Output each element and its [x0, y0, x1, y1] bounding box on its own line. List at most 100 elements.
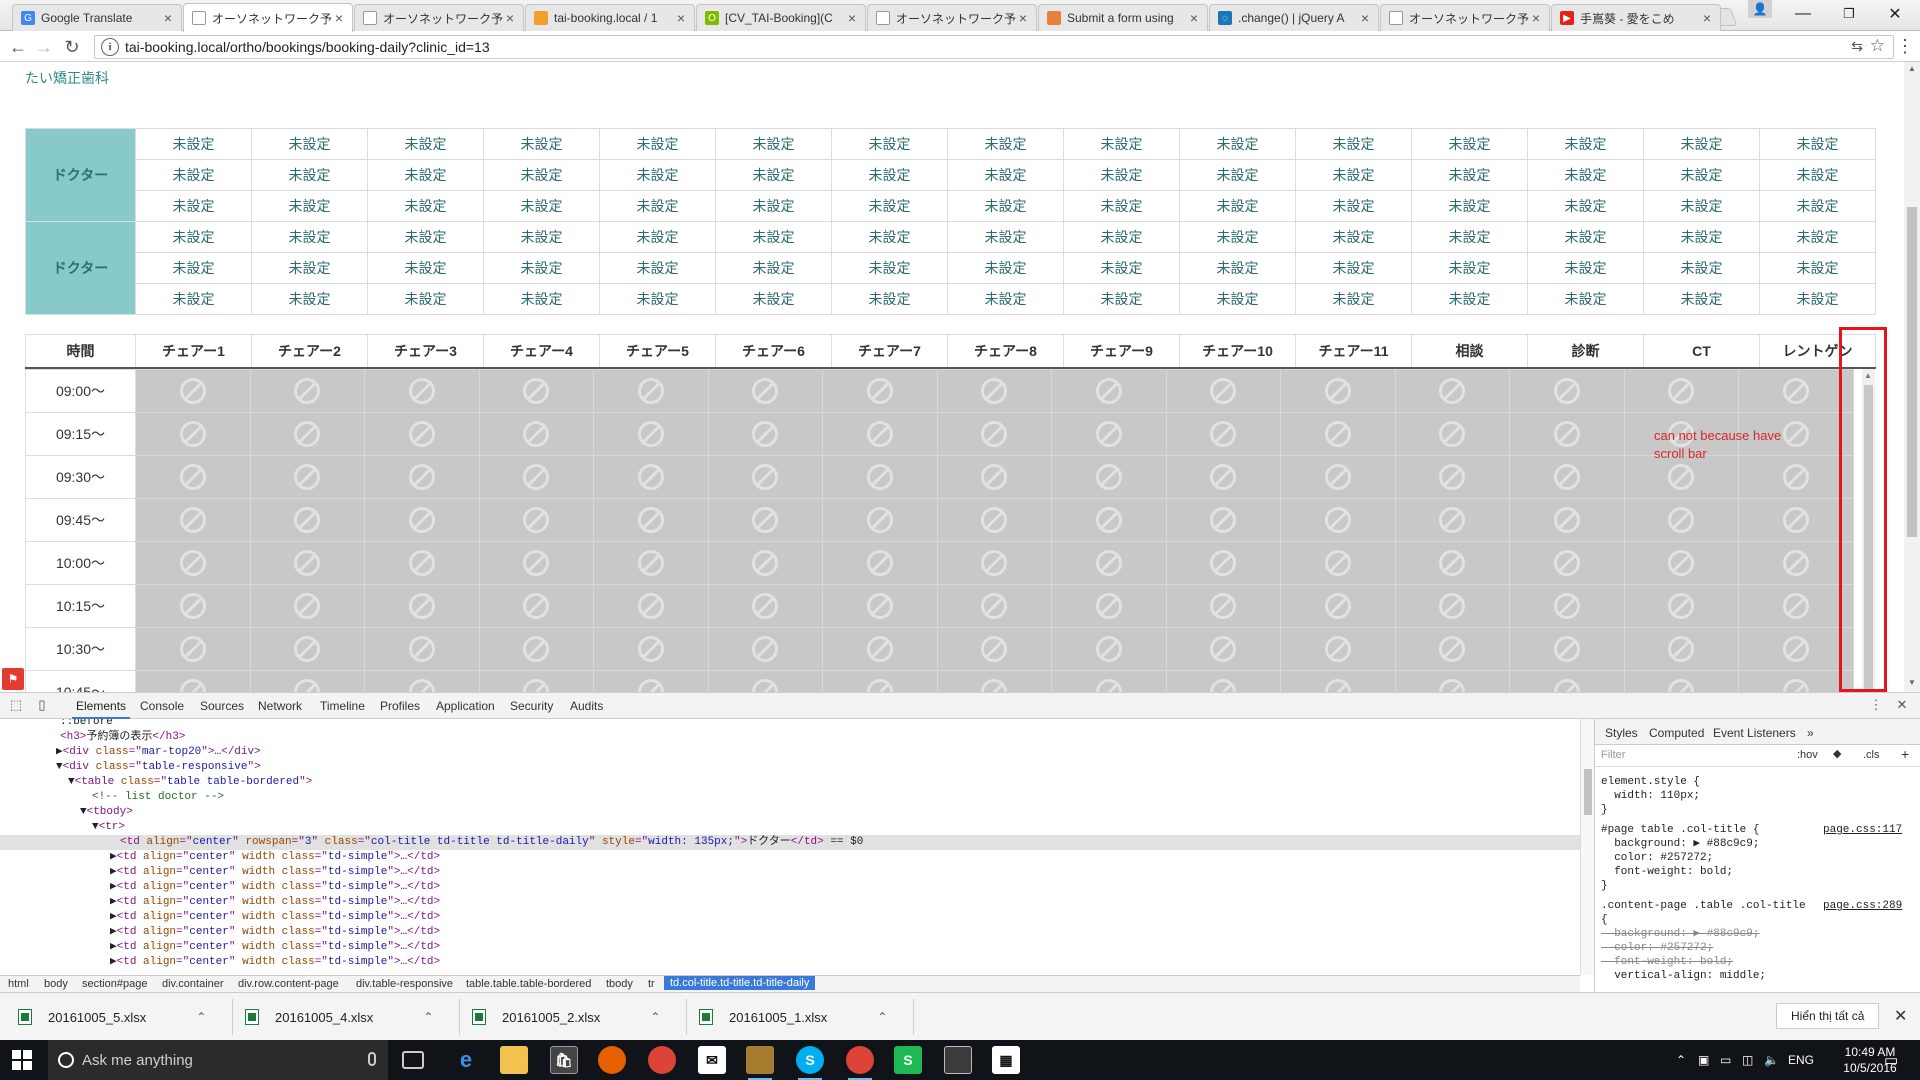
doctor-assign-cell[interactable]: 未設定 [251, 128, 368, 160]
unavailable-slot[interactable] [135, 498, 251, 542]
doctor-assign-cell[interactable]: 未設定 [1295, 283, 1412, 315]
breadcrumb-item[interactable]: section#page [82, 978, 147, 990]
doctor-assign-cell[interactable]: 未設定 [483, 221, 600, 253]
unavailable-slot[interactable] [1509, 369, 1625, 413]
unavailable-slot[interactable] [1280, 541, 1396, 585]
unavailable-slot[interactable] [135, 584, 251, 628]
unavailable-slot[interactable] [478, 498, 594, 542]
browser-tab[interactable]: G Google Translate × [12, 4, 182, 31]
doctor-assign-cell[interactable]: 未設定 [1643, 159, 1760, 191]
unavailable-slot[interactable] [822, 670, 938, 692]
devtools-tab[interactable]: Timeline [320, 699, 365, 713]
unavailable-slot[interactable] [1509, 412, 1625, 456]
unavailable-slot[interactable] [1394, 498, 1510, 542]
reload-button[interactable]: ↻ [60, 36, 84, 58]
doctor-assign-cell[interactable]: 未設定 [831, 190, 948, 222]
doctor-assign-cell[interactable]: 未設定 [367, 283, 484, 315]
unavailable-slot[interactable] [593, 455, 709, 499]
doctor-assign-cell[interactable]: 未設定 [715, 221, 832, 253]
store-icon[interactable]: 🛍 [550, 1046, 578, 1074]
unavailable-slot[interactable] [1394, 455, 1510, 499]
page-scrollbar-thumb[interactable] [1907, 207, 1917, 537]
doctor-assign-cell[interactable]: 未設定 [135, 128, 252, 160]
doctor-assign-cell[interactable]: 未設定 [1179, 252, 1296, 284]
unavailable-slot[interactable] [593, 670, 709, 692]
dom-node-line[interactable]: ▶<td align="center" width class="td-simp… [0, 910, 1580, 925]
doctor-assign-cell[interactable]: 未設定 [715, 190, 832, 222]
unavailable-slot[interactable] [249, 498, 365, 542]
doctor-assign-cell[interactable]: 未設定 [947, 283, 1064, 315]
doctor-assign-cell[interactable]: 未設定 [599, 190, 716, 222]
forward-button[interactable]: → [32, 36, 56, 58]
unavailable-slot[interactable] [1165, 541, 1281, 585]
unavailable-slot[interactable] [593, 541, 709, 585]
doctor-assign-cell[interactable]: 未設定 [1063, 283, 1180, 315]
unavailable-slot[interactable] [135, 627, 251, 671]
unavailable-slot[interactable] [478, 627, 594, 671]
unavailable-slot[interactable] [249, 584, 365, 628]
tab-close-icon[interactable]: × [674, 10, 688, 26]
download-options-icon[interactable]: ⌃ [650, 1010, 660, 1024]
unavailable-slot[interactable] [1165, 670, 1281, 692]
unavailable-slot[interactable] [707, 498, 823, 542]
elements-scrollbar-thumb[interactable] [1584, 769, 1592, 815]
doctor-assign-cell[interactable]: 未設定 [251, 159, 368, 191]
unavailable-slot[interactable] [1051, 369, 1167, 413]
unavailable-slot[interactable] [707, 627, 823, 671]
unavailable-slot[interactable] [364, 369, 480, 413]
css-rule-line[interactable]: } [1601, 879, 1608, 893]
tab-close-icon[interactable]: × [1529, 10, 1543, 26]
devtools-tab[interactable]: Audits [570, 699, 603, 713]
unavailable-slot[interactable] [593, 498, 709, 542]
doctor-assign-cell[interactable]: 未設定 [1759, 221, 1876, 253]
doctor-assign-cell[interactable]: 未設定 [1063, 252, 1180, 284]
doctor-assign-cell[interactable]: 未設定 [251, 190, 368, 222]
doctor-assign-cell[interactable]: 未設定 [251, 252, 368, 284]
unavailable-slot[interactable] [364, 627, 480, 671]
doctor-assign-cell[interactable]: 未設定 [947, 190, 1064, 222]
unavailable-slot[interactable] [1280, 584, 1396, 628]
doctor-assign-cell[interactable]: 未設定 [1063, 128, 1180, 160]
doctor-assign-cell[interactable]: 未設定 [1643, 283, 1760, 315]
unavailable-slot[interactable] [822, 498, 938, 542]
unavailable-slot[interactable] [1738, 670, 1854, 692]
unavailable-slot[interactable] [1738, 369, 1854, 413]
unavailable-slot[interactable] [135, 412, 251, 456]
doctor-assign-cell[interactable]: 未設定 [1759, 190, 1876, 222]
download-options-icon[interactable]: ⌃ [423, 1010, 433, 1024]
unavailable-slot[interactable] [707, 541, 823, 585]
doctor-assign-cell[interactable]: 未設定 [831, 221, 948, 253]
unavailable-slot[interactable] [249, 627, 365, 671]
translate-icon[interactable]: ⇆ [1851, 38, 1863, 55]
doctor-assign-cell[interactable]: 未設定 [367, 159, 484, 191]
unavailable-slot[interactable] [1394, 584, 1510, 628]
unavailable-slot[interactable] [707, 670, 823, 692]
doctor-assign-cell[interactable]: 未設定 [831, 283, 948, 315]
doctor-assign-cell[interactable]: 未設定 [947, 128, 1064, 160]
cls-toggle[interactable]: .cls [1863, 749, 1880, 761]
unavailable-slot[interactable] [1623, 670, 1739, 692]
dom-node-line[interactable]: ▶<td align="center" width class="td-simp… [0, 895, 1580, 910]
unavailable-slot[interactable] [707, 369, 823, 413]
doctor-assign-cell[interactable]: 未設定 [599, 221, 716, 253]
styles-filter[interactable]: Filter :hov ◆ .cls + [1595, 745, 1920, 767]
css-rule-line[interactable]: color: #257272; [1601, 941, 1713, 955]
doctor-assign-cell[interactable]: 未設定 [599, 128, 716, 160]
unavailable-slot[interactable] [1509, 584, 1625, 628]
unavailable-slot[interactable] [936, 498, 1052, 542]
unavailable-slot[interactable] [1051, 412, 1167, 456]
doctor-assign-cell[interactable]: 未設定 [1063, 159, 1180, 191]
doctor-assign-cell[interactable]: 未設定 [947, 252, 1064, 284]
doctor-assign-cell[interactable]: 未設定 [1527, 128, 1644, 160]
unavailable-slot[interactable] [1509, 670, 1625, 692]
unavailable-slot[interactable] [364, 455, 480, 499]
devtools-tab[interactable]: Elements [71, 699, 131, 719]
doctor-assign-cell[interactable]: 未設定 [1411, 283, 1528, 315]
close-window-button[interactable]: ✕ [1872, 0, 1918, 28]
css-rule-line[interactable]: #page table .col-title {page.css:117 [1601, 823, 1902, 837]
unavailable-slot[interactable] [135, 455, 251, 499]
inspect-element-icon[interactable]: ⬚ [8, 697, 24, 713]
unavailable-slot[interactable] [364, 541, 480, 585]
doctor-assign-cell[interactable]: 未設定 [1179, 221, 1296, 253]
styles-tab[interactable]: Styles [1605, 726, 1638, 740]
